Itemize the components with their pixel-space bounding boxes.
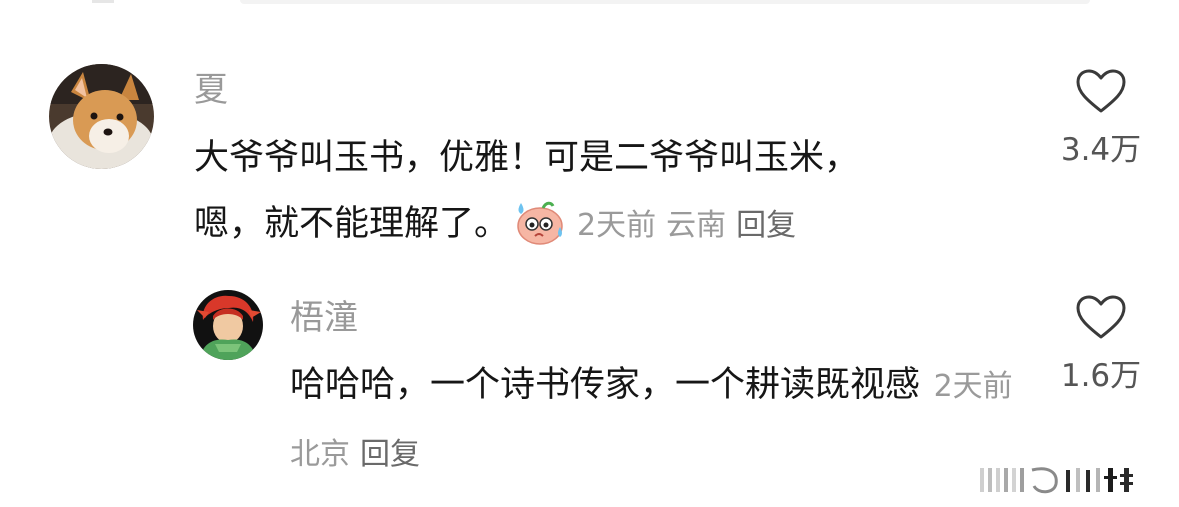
reply-body: 哈哈哈，一个诗书传家，一个耕读既视感 2天前北京 回复 [290,352,1030,488]
reply-like-count: 1.6万 [1060,358,1142,394]
avatar-corgi[interactable] [49,64,154,169]
comment-meta: 2天前 云南 回复 [577,208,796,243]
reply-time: 2天前 [933,369,1013,404]
reply-like-button[interactable]: 1.6万 [1046,294,1156,395]
comment-time: 2天前 [577,208,657,243]
previous-divider-fragment [240,0,1090,4]
reply-text: 哈哈哈，一个诗书传家，一个耕读既视感 [290,365,921,405]
comment-text-line1: 大爷爷叫玉书，优雅！可是二爷爷叫玉米， [194,138,860,178]
comment-username[interactable]: 夏 [194,70,228,110]
comment-location: 云南 [666,208,727,243]
comment-like-button[interactable]: 3.4万 [1046,68,1156,169]
reply-username[interactable]: 梧潼 [290,298,358,338]
reply-reply-button[interactable]: 回复 [360,437,420,472]
previous-comment-fragment [92,0,114,3]
comment-body: 大爷爷叫玉书，优雅！可是二爷爷叫玉米， 嗯，就不能理解了。 2天前 云南 回复 [194,125,1024,259]
comment-reply-button[interactable]: 回复 [736,208,796,243]
comment-text-line2: 嗯，就不能理解了。 [194,204,510,244]
watermark-logo [978,462,1168,498]
avatar-reply-user[interactable] [193,290,263,360]
sweating-face-icon [513,197,567,247]
reply-location: 北京 [290,437,350,472]
heart-icon [1076,69,1126,113]
comment-like-count: 3.4万 [1060,132,1142,168]
heart-icon [1076,295,1126,339]
